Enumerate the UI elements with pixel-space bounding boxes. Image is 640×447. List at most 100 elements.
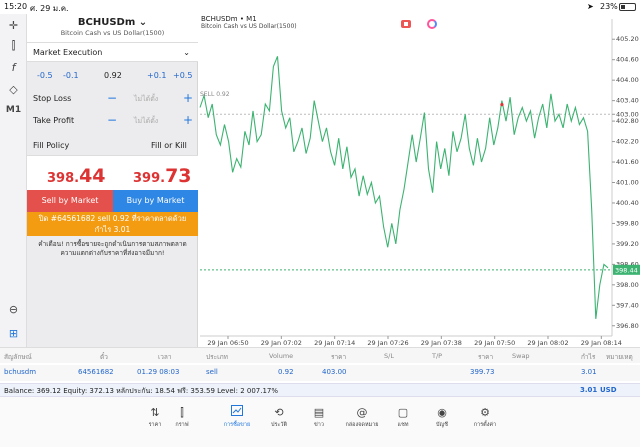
col-swap: Swap [512, 352, 530, 360]
positions-table: สัญลักษณ์ ตั๋ว เวลา ประเภท Volume ราคา S… [0, 347, 640, 383]
trade-icon [217, 405, 257, 420]
x-tick-label: 29 Jan 07:02 [261, 339, 302, 347]
volume-input[interactable]: 0.92 [104, 71, 122, 80]
symbol-header[interactable]: BCHUSDm ⌄ Bitcoin Cash vs US Dollar(1500… [27, 14, 198, 42]
status-bar: 15:20 ศ. 29 ม.ค. ➤ 23% [0, 0, 640, 14]
col-profit: กำไร [581, 353, 596, 361]
y-tick-label: 401.60 [616, 158, 639, 166]
nav-trade[interactable]: การซื้อขาย [217, 405, 257, 429]
settings-icon: ⚙ [480, 406, 490, 419]
table-header: สัญลักษณ์ ตั๋ว เวลา ประเภท Volume ราคา S… [0, 347, 640, 363]
chart-subtitle: Bitcoin Cash vs US Dollar(1500) [201, 23, 297, 30]
col-price: ราคา [331, 353, 347, 361]
currency: USD [600, 386, 617, 394]
take-profit-input[interactable]: ไม่ได้ตั้ง [134, 116, 158, 127]
stop-loss-row: Stop Loss − ไม่ได้ตั้ง + [27, 91, 198, 108]
nav-mail[interactable]: @ กล่องจดหมาย [342, 405, 382, 429]
nav-news[interactable]: ▤ ข่าว [299, 405, 339, 429]
take-profit-minus-button[interactable]: − [107, 113, 117, 127]
col-tp: T/P [432, 352, 443, 360]
chart-title: BCHUSDm • M1 [201, 15, 257, 23]
close-position-line1: ปิด #64561682 sell 0.92 ที่ราคาตลาดด้วย [38, 214, 187, 223]
execution-select[interactable]: Market Execution ⌄ [27, 42, 198, 62]
stop-loss-minus-button[interactable]: − [107, 91, 117, 105]
news-icon: ▤ [313, 406, 325, 419]
sell-position-label: SELL 0.92 [200, 91, 230, 98]
market-warning: คำเตือน! การซื้อขายจะถูกดำเนินการตามสภาพ… [38, 240, 187, 257]
y-tick-label: 404.00 [616, 76, 639, 84]
buy-by-market-button[interactable]: Buy by Market [113, 190, 198, 212]
battery-percent: 23% [600, 2, 618, 11]
symbol-description: Bitcoin Cash vs US Dollar(1500) [60, 29, 165, 37]
nav-account[interactable]: ◉ บัญชี [422, 405, 462, 429]
balance-text: Balance: 369.12 Equity: 372.13 หลักประกั… [4, 387, 279, 395]
fill-policy-value[interactable]: Fill or Kill [151, 141, 187, 150]
row-volume: 0.92 [278, 368, 294, 376]
stop-loss-plus-button[interactable]: + [183, 91, 193, 105]
chat-icon: ▢ [397, 406, 409, 419]
bid-price: 398.44 [47, 165, 106, 187]
row-symbol: bchusdm [4, 368, 37, 376]
x-tick-label: 29 Jan 07:26 [367, 339, 408, 347]
volume-minus-small-button[interactable]: -0.1 [63, 71, 79, 80]
row-profit: 3.01 [581, 368, 597, 376]
order-panel: BCHUSDm ⌄ Bitcoin Cash vs US Dollar(1500… [27, 14, 198, 347]
x-tick-label: 29 Jan 07:50 [474, 339, 515, 347]
row-current-price: 399.73 [470, 368, 495, 376]
col-time: เวลา [158, 353, 172, 361]
function-icon[interactable]: f [0, 58, 27, 78]
volume-minus-big-button[interactable]: -0.5 [37, 71, 53, 80]
volume-plus-small-button[interactable]: +0.1 [147, 71, 166, 80]
zoom-icon[interactable]: ⊖ [0, 300, 27, 320]
x-tick-label: 29 Jan 07:14 [314, 339, 355, 347]
history-icon: ⟲ [274, 406, 284, 419]
current-price-tag-label: 398.44 [615, 266, 638, 274]
chart-svg[interactable]: 405.20404.60404.00403.40403.00402.80402.… [198, 14, 640, 347]
col-volume: Volume [269, 352, 294, 360]
price-series-line [199, 56, 609, 319]
y-tick-label: 398.00 [616, 281, 639, 289]
battery-icon [619, 3, 636, 11]
y-tick-label: 402.80 [616, 117, 639, 125]
signal-icon[interactable] [427, 19, 437, 29]
volume-row: -0.5 -0.1 0.92 +0.1 +0.5 [27, 69, 198, 85]
ask-price: 399.73 [133, 165, 192, 187]
timeframe-button[interactable]: M1 [0, 100, 27, 120]
nav-settings[interactable]: ⚙ การตั้งค่า [465, 405, 505, 429]
y-tick-label: 404.60 [616, 56, 639, 64]
fill-policy-label: Fill Policy [33, 141, 70, 150]
col-current-price: ราคา [478, 353, 494, 361]
close-position-button[interactable]: ปิด #64561682 sell 0.92 ที่ราคาตลาดด้วย … [27, 212, 198, 236]
close-position-line2: กำไร 3.01 [94, 225, 131, 234]
price-chart[interactable]: 405.20 404.60 404.00 403.40 403.00 402.80 402.… [198, 14, 640, 347]
table-row[interactable]: bchusdm 64561682 01.29 08:03 sell 0.92 4… [0, 365, 640, 381]
account-icon: ◉ [437, 406, 447, 419]
bottom-nav: ⇅ ราคา ⫿ กราฟ การซื้อขาย ⟲ ประวัติ ▤ ข่า… [0, 397, 640, 447]
crosshair-icon[interactable]: ✛ [0, 16, 27, 36]
stop-loss-input[interactable]: ไม่ได้ตั้ง [134, 94, 158, 105]
nav-history[interactable]: ⟲ ประวัติ [259, 405, 299, 429]
status-time: 15:20 [4, 2, 28, 11]
x-tick-label: 29 Jan 08:14 [581, 339, 622, 347]
one-click-trading-icon[interactable] [401, 20, 411, 28]
y-tick-label: 399.80 [616, 219, 639, 227]
row-open-price: 403.00 [322, 368, 347, 376]
y-tick-label: 399.20 [616, 240, 639, 248]
candles-icon[interactable]: ⫿ [0, 36, 27, 56]
volume-plus-big-button[interactable]: +0.5 [173, 71, 192, 80]
shapes-icon[interactable]: ◇ [0, 80, 27, 100]
entry-marker [500, 103, 504, 107]
sell-by-market-button[interactable]: Sell by Market [27, 190, 113, 212]
take-profit-plus-button[interactable]: + [183, 113, 193, 127]
chevron-down-icon: ⌄ [183, 48, 190, 57]
y-tick-label: 397.40 [616, 301, 639, 309]
fill-policy-row[interactable]: Fill Policy Fill or Kill [27, 139, 198, 155]
stop-loss-label: Stop Loss [33, 94, 72, 103]
add-icon[interactable]: ⊞ [0, 324, 27, 344]
symbol-name[interactable]: BCHUSDm ⌄ [27, 17, 198, 28]
y-tick-label: 396.80 [616, 322, 639, 330]
nav-chat[interactable]: ▢ แชท [383, 405, 423, 429]
total-profit: 3.01 [580, 386, 598, 394]
y-tick-label: 401.00 [616, 179, 639, 187]
nav-chart[interactable]: ⫿ กราฟ [162, 405, 202, 429]
